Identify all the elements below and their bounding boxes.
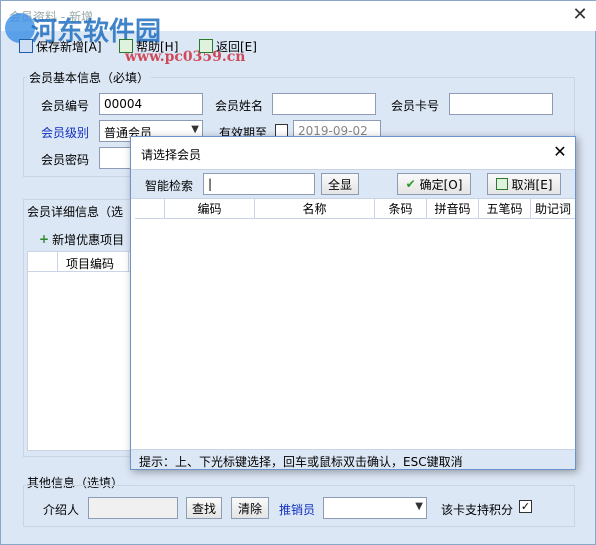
chevron-down-icon: ▼ <box>191 124 199 135</box>
col-code[interactable]: 编码 <box>165 199 255 219</box>
basic-info-heading: 会员基本信息（必填） <box>27 69 152 86</box>
help-icon <box>119 39 133 53</box>
check-icon: ✔ <box>405 177 416 191</box>
toolbar: 保存新增[A] 帮助[H] 返回[E] <box>1 34 596 60</box>
save-icon <box>19 39 33 53</box>
select-member-dialog: 请选择会员 ✕ 智能检索 | 全显 ✔ 确定[O] 取消[E] 编码 名称 条码… <box>130 136 576 470</box>
seller-select[interactable]: ▼ <box>323 497 427 519</box>
detail-grid: 项目编码 <box>27 251 138 451</box>
col-name[interactable]: 名称 <box>255 199 375 219</box>
member-name-label: 会员姓名 <box>215 99 264 113</box>
help-button[interactable]: 帮助[H] <box>119 34 178 58</box>
password-label: 会员密码 <box>41 153 90 167</box>
col-pinyin[interactable]: 拼音码 <box>427 199 479 219</box>
cancel-icon <box>495 178 508 190</box>
search-input[interactable]: | <box>203 173 315 195</box>
member-no-input[interactable]: 00004 <box>99 93 203 115</box>
status-hint: 提示：上、下光标键选择，回车或鼠标双击确认，ESC键取消 <box>139 455 463 469</box>
col-mnemonic[interactable]: 助记词 <box>531 199 575 219</box>
dialog-search-bar: 智能检索 | 全显 ✔ 确定[O] 取消[E] <box>131 169 575 199</box>
ok-button[interactable]: ✔ 确定[O] <box>397 173 471 195</box>
referrer-input[interactable] <box>88 497 178 519</box>
back-label: 返回[E] <box>216 39 257 54</box>
add-item-label: 新增优惠项目 <box>52 232 125 247</box>
points-label: 该卡支持积分 <box>441 503 514 517</box>
level-label: 会员级别 <box>41 126 90 140</box>
save-new-button[interactable]: 保存新增[A] <box>19 34 102 58</box>
detail-grid-header: 项目编码 <box>28 252 138 272</box>
member-name-input[interactable] <box>272 93 376 115</box>
back-button[interactable]: 返回[E] <box>199 34 257 58</box>
dialog-status-bar: 提示：上、下光标键选择，回车或鼠标双击确认，ESC键取消 <box>131 449 575 469</box>
col-item-code: 项目编码 <box>66 257 115 271</box>
save-new-label: 保存新增[A] <box>36 39 102 54</box>
ok-label: 确定[O] <box>419 177 463 192</box>
member-grid-header: 编码 名称 条码 拼音码 五笔码 助记词 <box>135 199 575 219</box>
find-button[interactable]: 查找 <box>186 497 222 519</box>
close-icon[interactable]: ✕ <box>569 5 591 27</box>
col-wubi[interactable]: 五笔码 <box>479 199 531 219</box>
clear-button[interactable]: 清除 <box>231 497 269 519</box>
dialog-title: 请选择会员 <box>141 148 202 162</box>
add-icon: + <box>39 232 50 246</box>
show-all-button[interactable]: 全显 <box>321 173 359 195</box>
member-grid-body[interactable] <box>135 219 575 449</box>
detail-tab[interactable]: 会员详细信息（选 <box>27 203 123 220</box>
col-divider <box>128 252 129 272</box>
row-header-cell <box>135 199 165 219</box>
card-no-label: 会员卡号 <box>391 99 440 113</box>
card-no-input[interactable] <box>449 93 553 115</box>
member-no-label: 会员编号 <box>41 99 90 113</box>
search-label: 智能检索 <box>145 179 194 193</box>
chevron-down-icon: ▼ <box>415 501 423 512</box>
col-barcode[interactable]: 条码 <box>375 199 427 219</box>
row-header-cell <box>28 252 58 272</box>
help-label: 帮助[H] <box>136 39 179 54</box>
dialog-close-icon[interactable]: ✕ <box>549 141 571 163</box>
referrer-label: 介绍人 <box>43 503 80 517</box>
back-icon <box>199 39 213 53</box>
points-checkbox[interactable]: ✓ <box>519 500 532 513</box>
cancel-button[interactable]: 取消[E] <box>487 173 561 195</box>
seller-label: 推销员 <box>279 503 316 517</box>
add-item-button[interactable]: + 新增优惠项目 <box>39 227 124 251</box>
cancel-label: 取消[E] <box>511 177 553 192</box>
